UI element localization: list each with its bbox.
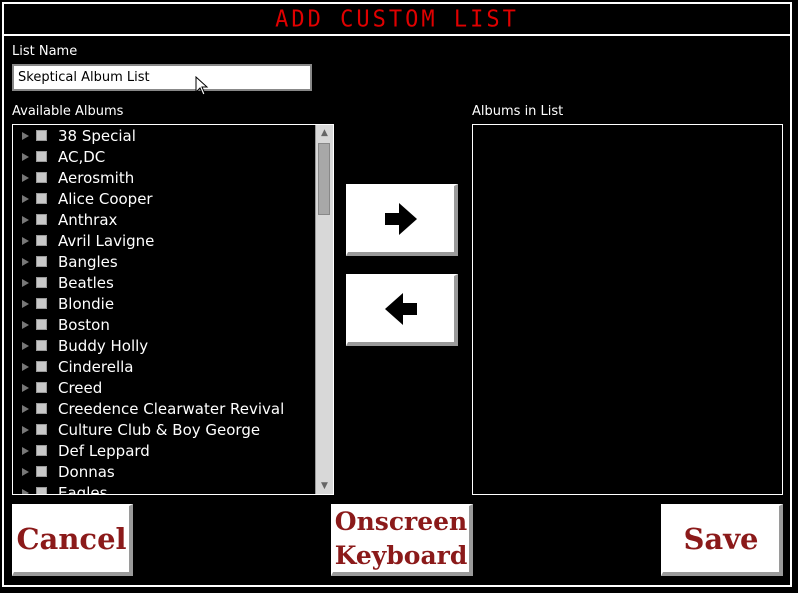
album-checkbox[interactable] [36, 151, 47, 162]
expand-triangle-icon[interactable] [22, 299, 29, 308]
list-item[interactable]: Aerosmith [13, 167, 315, 188]
album-checkbox[interactable] [36, 298, 47, 309]
remove-from-list-button[interactable] [346, 274, 458, 346]
expand-triangle-icon[interactable] [22, 383, 29, 392]
album-checkbox[interactable] [36, 361, 47, 372]
expand-triangle-icon[interactable] [22, 467, 29, 476]
list-item[interactable]: Eagles [13, 482, 315, 494]
list-item[interactable]: Creedence Clearwater Revival [13, 398, 315, 419]
album-name: 38 Special [58, 126, 136, 145]
album-name: Donnas [58, 462, 115, 481]
expand-triangle-icon[interactable] [22, 425, 29, 434]
cancel-button[interactable]: Cancel [12, 504, 133, 576]
list-name-label: List Name [12, 44, 78, 59]
expand-triangle-icon[interactable] [22, 194, 29, 203]
album-name: Blondie [58, 294, 115, 313]
expand-triangle-icon[interactable] [22, 215, 29, 224]
album-name: Def Leppard [58, 441, 150, 460]
dialog-title: ADD CUSTOM LIST [275, 5, 519, 33]
album-name: Creedence Clearwater Revival [58, 399, 285, 418]
album-checkbox[interactable] [36, 382, 47, 393]
list-item[interactable]: Avril Lavigne [13, 230, 315, 251]
expand-triangle-icon[interactable] [22, 173, 29, 182]
mouse-pointer-icon [195, 76, 209, 96]
album-checkbox[interactable] [36, 487, 47, 494]
album-name: Anthrax [58, 210, 118, 229]
album-name: Creed [58, 378, 103, 397]
available-albums-label: Available Albums [12, 104, 124, 119]
album-checkbox[interactable] [36, 319, 47, 330]
list-item[interactable]: Creed [13, 377, 315, 398]
list-item[interactable]: Bangles [13, 251, 315, 272]
albums-in-list[interactable] [472, 124, 783, 495]
list-item[interactable]: Boston [13, 314, 315, 335]
list-item[interactable]: 38 Special [13, 125, 315, 146]
expand-triangle-icon[interactable] [22, 131, 29, 140]
list-item[interactable]: Culture Club & Boy George [13, 419, 315, 440]
album-name: Alice Cooper [58, 189, 153, 208]
list-item[interactable]: Def Leppard [13, 440, 315, 461]
album-checkbox[interactable] [36, 193, 47, 204]
expand-triangle-icon[interactable] [22, 404, 29, 413]
save-button[interactable]: Save [661, 504, 783, 576]
expand-triangle-icon[interactable] [22, 446, 29, 455]
album-name: Cinderella [58, 357, 134, 376]
album-checkbox[interactable] [36, 403, 47, 414]
list-name-input[interactable] [12, 64, 312, 91]
list-item[interactable]: Cinderella [13, 356, 315, 377]
arrow-right-icon [385, 203, 417, 235]
title-bar: ADD CUSTOM LIST [4, 4, 790, 36]
list-item[interactable]: Buddy Holly [13, 335, 315, 356]
album-name: Culture Club & Boy George [58, 420, 261, 439]
album-checkbox[interactable] [36, 445, 47, 456]
available-albums-items: 38 Special AC,DC Aerosmith Alice Cooper Anth… [13, 125, 315, 494]
expand-triangle-icon[interactable] [22, 488, 29, 494]
add-to-list-button[interactable] [346, 184, 458, 256]
album-checkbox[interactable] [36, 130, 47, 141]
album-checkbox[interactable] [36, 256, 47, 267]
album-name: Boston [58, 315, 110, 334]
list-item[interactable]: Alice Cooper [13, 188, 315, 209]
album-checkbox[interactable] [36, 424, 47, 435]
expand-triangle-icon[interactable] [22, 320, 29, 329]
expand-triangle-icon[interactable] [22, 236, 29, 245]
album-name: Beatles [58, 273, 114, 292]
list-item[interactable]: AC,DC [13, 146, 315, 167]
scroll-thumb[interactable] [318, 143, 330, 215]
album-checkbox[interactable] [36, 214, 47, 225]
arrow-left-icon [385, 293, 417, 325]
album-name: Eagles [58, 483, 108, 495]
album-name: Avril Lavigne [58, 231, 155, 250]
album-checkbox[interactable] [36, 277, 47, 288]
expand-triangle-icon[interactable] [22, 362, 29, 371]
expand-triangle-icon[interactable] [22, 278, 29, 287]
list-item[interactable]: Blondie [13, 293, 315, 314]
album-name: Buddy Holly [58, 336, 149, 355]
onscreen-keyboard-button[interactable]: Onscreen Keyboard [331, 504, 473, 576]
album-name: Bangles [58, 252, 118, 271]
list-item[interactable]: Anthrax [13, 209, 315, 230]
album-name: AC,DC [58, 147, 106, 166]
album-checkbox[interactable] [36, 466, 47, 477]
available-albums-list[interactable]: 38 Special AC,DC Aerosmith Alice Cooper Anth… [12, 124, 334, 495]
album-checkbox[interactable] [36, 340, 47, 351]
album-checkbox[interactable] [36, 172, 47, 183]
expand-triangle-icon[interactable] [22, 257, 29, 266]
scroll-down-icon[interactable]: ▼ [316, 478, 333, 494]
available-albums-scrollbar[interactable]: ▲ ▼ [315, 125, 333, 494]
album-checkbox[interactable] [36, 235, 47, 246]
expand-triangle-icon[interactable] [22, 341, 29, 350]
albums-in-list-label: Albums in List [472, 104, 564, 119]
expand-triangle-icon[interactable] [22, 152, 29, 161]
list-item[interactable]: Beatles [13, 272, 315, 293]
list-item[interactable]: Donnas [13, 461, 315, 482]
album-name: Aerosmith [58, 168, 135, 187]
scroll-up-icon[interactable]: ▲ [316, 125, 333, 141]
